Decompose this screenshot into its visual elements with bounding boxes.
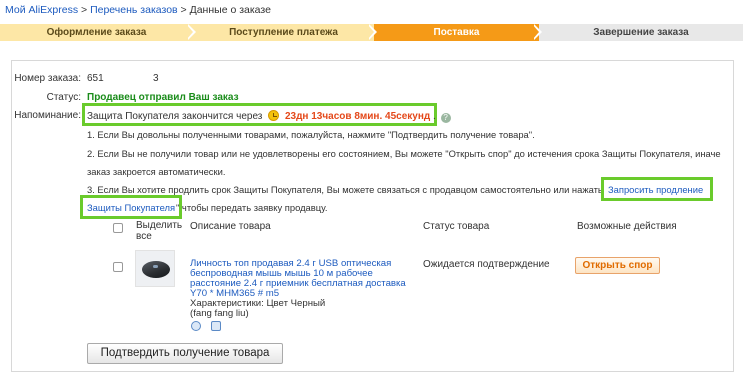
question-icon[interactable]: ? xyxy=(440,113,451,123)
reminder-label: Напоминание: xyxy=(14,110,81,121)
select-all-label: Выделить все xyxy=(136,220,182,242)
extend-protection-link[interactable]: Запросить продление xyxy=(608,184,703,195)
confirm-receipt-button[interactable]: Подтвердить получение товара xyxy=(87,343,283,364)
item-checkbox[interactable] xyxy=(113,262,123,272)
order-progress-bar: Оформление заказа Поступление платежа По… xyxy=(0,24,743,41)
breadcrumb-separator: > xyxy=(81,4,88,16)
order-status-value: Продавец отправил Ваш заказ xyxy=(87,92,239,103)
note-3-line-1: 3. Если Вы хотите продлить срок Защиты П… xyxy=(87,184,603,195)
breadcrumb-link-my-aliexpress[interactable]: Мой AliExpress xyxy=(5,4,78,16)
col-header-status: Статус товара xyxy=(423,221,490,232)
note-3-line-2: " чтобы передать заявку продавцу. xyxy=(176,202,328,213)
breadcrumb-current: Данные о заказе xyxy=(189,4,271,16)
step-divider xyxy=(367,24,374,40)
step-label: Поступление платежа xyxy=(229,27,338,38)
step-label: Поставка xyxy=(433,27,480,38)
item-description: Личность топ продавая 2.4 г USB оптическ… xyxy=(190,259,410,319)
note-2-line-1: 2. Если Вы не получили товар или не удов… xyxy=(87,148,721,159)
reminder-text: Защита Покупателя закончится через xyxy=(87,111,263,122)
select-all-line-1: Выделить xyxy=(136,220,183,231)
clock-icon xyxy=(268,110,280,121)
reminder-line: Защита Покупателя закончится через 23дн … xyxy=(87,110,451,123)
mouse-image xyxy=(142,261,170,278)
note-2-line-2: заказ закроется автоматически. xyxy=(87,166,226,177)
timer-trailing: . xyxy=(433,111,436,122)
item-attribute: (fang fang liu) xyxy=(190,308,249,319)
select-all-checkbox[interactable] xyxy=(113,223,123,233)
step-order-placed: Оформление заказа xyxy=(0,24,193,41)
status-label: Статус: xyxy=(46,92,81,103)
col-header-actions: Возможные действия xyxy=(577,221,677,232)
extend-protection-link-cont[interactable]: Защиты Покупателя xyxy=(87,202,175,213)
order-number-value: 651 xyxy=(87,73,104,84)
step-label: Оформление заказа xyxy=(46,27,147,38)
breadcrumb: Мой AliExpress > Перечень заказов > Данн… xyxy=(5,4,271,16)
col-header-description: Описание товара xyxy=(190,221,271,232)
step-payment-received: Поступление платежа xyxy=(193,24,374,41)
breadcrumb-link-orders[interactable]: Перечень заказов xyxy=(90,4,178,16)
step-divider xyxy=(186,24,193,40)
note-1: 1. Если Вы довольны полученными товарами… xyxy=(87,129,535,140)
step-shipping: Поставка xyxy=(374,24,539,41)
step-label: Завершение заказа xyxy=(593,27,689,38)
product-image[interactable] xyxy=(135,250,175,287)
step-order-complete: Завершение заказа xyxy=(539,24,743,41)
alarm-clock-icon[interactable] xyxy=(191,321,201,331)
open-dispute-button[interactable]: Открыть спор xyxy=(575,257,660,274)
order-number-suffix: 3 xyxy=(153,73,159,84)
breadcrumb-separator: > xyxy=(180,4,187,16)
snapshot-icon[interactable] xyxy=(211,321,221,331)
protection-timer: 23дн 13часов 8мин. 45секунд xyxy=(284,111,431,122)
select-all-line-2: все xyxy=(136,231,152,242)
step-divider xyxy=(532,24,539,40)
order-number-label: Номер заказа: xyxy=(14,73,81,84)
item-status: Ожидается подтверждение xyxy=(423,259,550,270)
